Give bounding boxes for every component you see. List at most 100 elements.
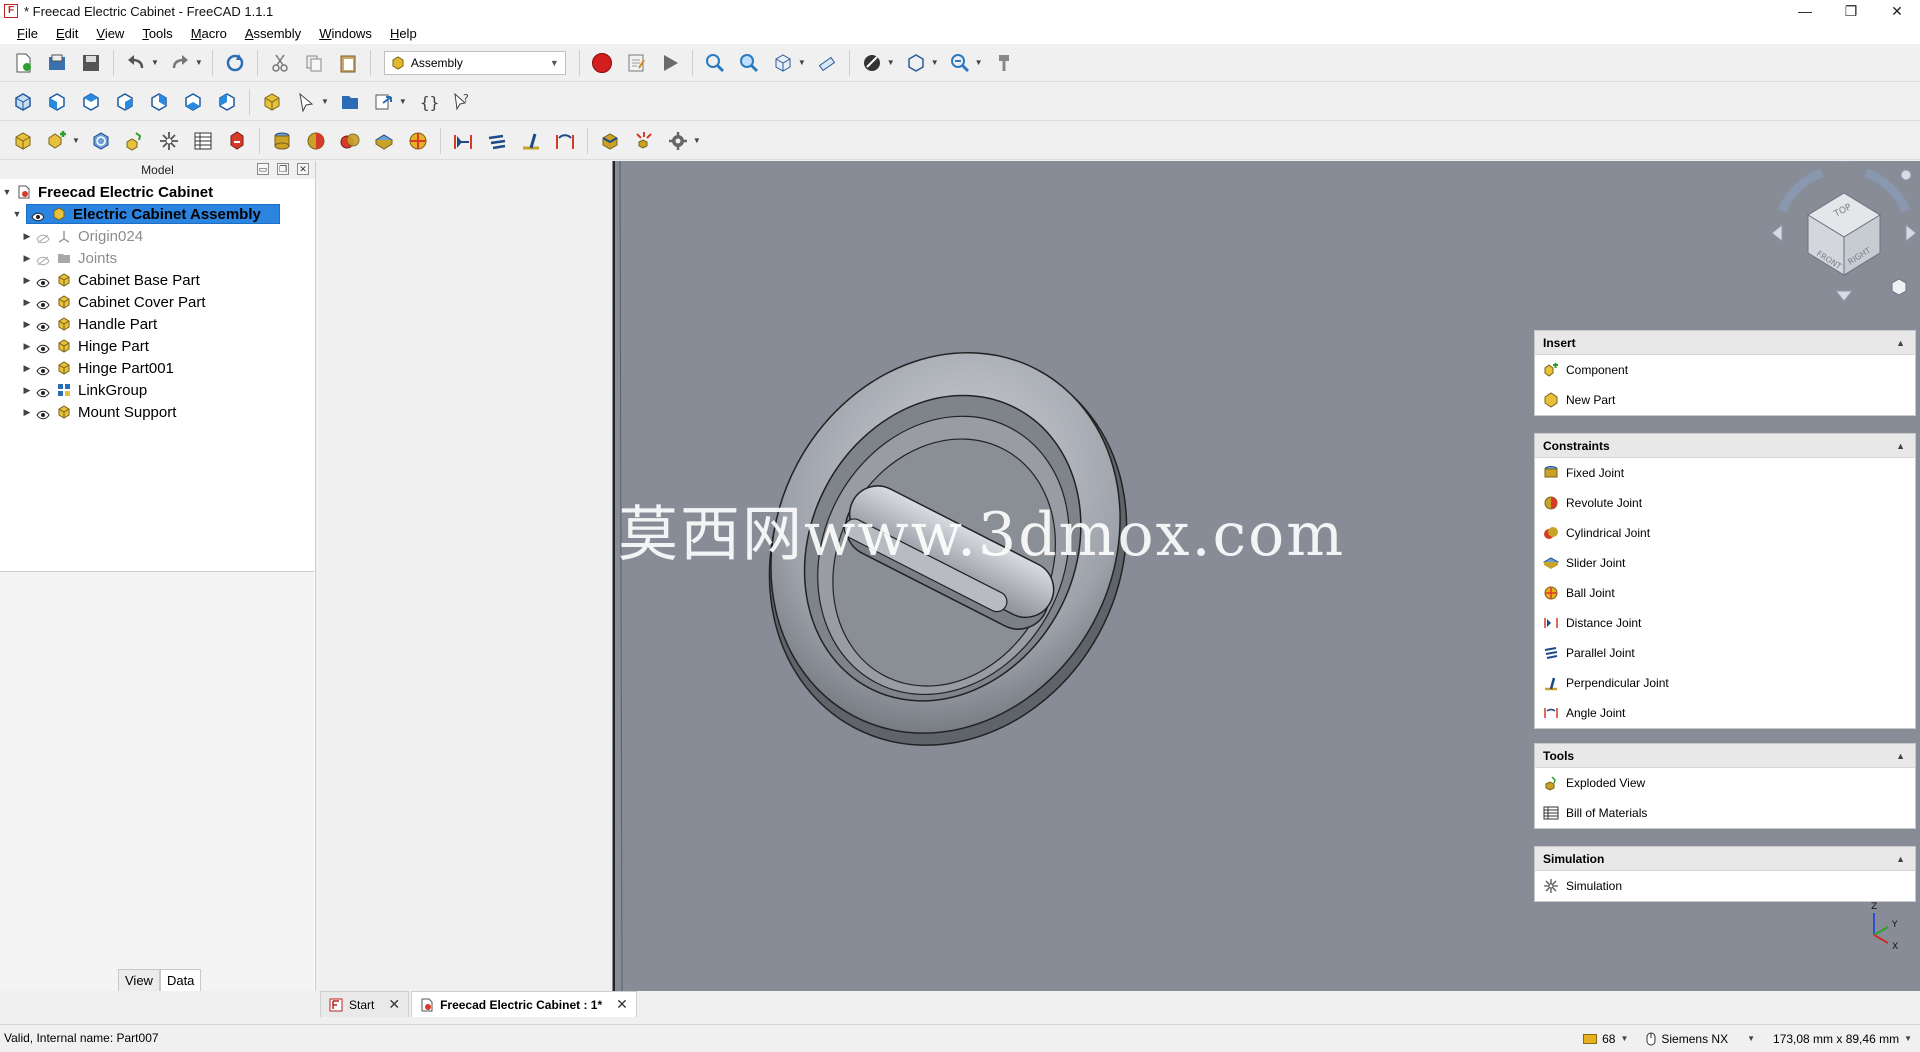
menu-file[interactable]: File	[8, 26, 47, 41]
toggle-grounded-icon[interactable]	[223, 127, 251, 155]
tab-data[interactable]: Data	[159, 969, 202, 991]
macro-edit-icon[interactable]	[622, 49, 650, 77]
task-revolute-joint[interactable]: Revolute Joint	[1535, 488, 1915, 518]
eye-hidden-icon[interactable]	[36, 231, 50, 244]
undo-dropdown-icon[interactable]: ▼	[151, 58, 159, 67]
tree-item-cabinet-cover-part[interactable]: ▶ Cabinet Cover Part	[0, 291, 315, 313]
insert-component-icon[interactable]	[43, 127, 71, 155]
tree-item-joints[interactable]: ▶ Joints	[0, 247, 315, 269]
maximize-button[interactable]: ❐	[1828, 0, 1874, 22]
close-tab-start-icon[interactable]: ✕	[388, 996, 400, 1013]
new-document-icon[interactable]	[9, 49, 37, 77]
menu-assembly[interactable]: Assembly	[236, 26, 310, 41]
tree-item-hinge-part001[interactable]: ▶ Hinge Part001	[0, 357, 315, 379]
view-left-icon[interactable]	[213, 88, 241, 116]
tree-item-linkgroup[interactable]: ▶ LinkGroup	[0, 379, 315, 401]
redo-dropdown-icon[interactable]: ▼	[195, 58, 203, 67]
ball-joint-tool-icon[interactable]	[404, 127, 432, 155]
tree-item-hinge-part[interactable]: ▶ Hinge Part	[0, 335, 315, 357]
tree-item-origin024[interactable]: ▶ Origin024	[0, 225, 315, 247]
chevron-right-icon[interactable]: ▶	[22, 319, 32, 330]
zoom-dropdown-icon[interactable]: ▼	[975, 58, 983, 67]
menu-windows[interactable]: Windows	[310, 26, 381, 41]
tab-document[interactable]: Freecad Electric Cabinet : 1* ✕	[411, 991, 637, 1017]
collapse-up-icon[interactable]: ▲	[1896, 744, 1905, 768]
view-top-icon[interactable]	[77, 88, 105, 116]
fixed-joint-tool-icon[interactable]	[268, 127, 296, 155]
view-right-icon[interactable]	[111, 88, 139, 116]
macro-braces-icon[interactable]: {}	[414, 88, 442, 116]
view-rear-icon[interactable]	[145, 88, 173, 116]
task-distance-joint[interactable]: Distance Joint	[1535, 608, 1915, 638]
minimize-button[interactable]: —	[1782, 0, 1828, 22]
chevron-right-icon[interactable]: ▶	[22, 363, 32, 374]
settings-gear-icon[interactable]	[664, 127, 692, 155]
undo-icon[interactable]	[122, 49, 150, 77]
panel-minimize-icon[interactable]: ▭	[257, 163, 269, 175]
macro-execute-icon[interactable]	[656, 49, 684, 77]
collapse-up-icon[interactable]: ▲	[1896, 331, 1905, 355]
eye-icon[interactable]	[36, 275, 50, 288]
bounding-box-icon[interactable]	[902, 49, 930, 77]
menu-tools[interactable]: Tools	[133, 26, 181, 41]
cylindrical-joint-tool-icon[interactable]	[336, 127, 364, 155]
collapse-up-icon[interactable]: ▲	[1896, 434, 1905, 458]
open-document-icon[interactable]	[43, 49, 71, 77]
save-icon[interactable]	[77, 49, 105, 77]
copy-icon[interactable]	[300, 49, 328, 77]
angle-joint-tool-icon[interactable]	[551, 127, 579, 155]
bill-of-materials-tool-icon[interactable]	[189, 127, 217, 155]
chevron-right-icon[interactable]: ▶	[22, 275, 32, 286]
chevron-down-icon[interactable]: ▼	[12, 209, 22, 219]
distance-joint-tool-icon[interactable]	[449, 127, 477, 155]
eye-icon[interactable]	[36, 363, 50, 376]
zoom-icon[interactable]	[946, 49, 974, 77]
paste-icon[interactable]	[334, 49, 362, 77]
whats-this-help-icon[interactable]: ?	[448, 88, 476, 116]
task-cylindrical-joint[interactable]: Cylindrical Joint	[1535, 518, 1915, 548]
close-window-button[interactable]: ✕	[1874, 0, 1920, 22]
menu-edit[interactable]: Edit	[47, 26, 87, 41]
menu-view[interactable]: View	[87, 26, 133, 41]
task-group-header[interactable]: Tools ▲	[1535, 744, 1915, 768]
menu-macro[interactable]: Macro	[182, 26, 236, 41]
parallel-joint-tool-icon[interactable]	[483, 127, 511, 155]
tree-item-cabinet-base-part[interactable]: ▶ Cabinet Base Part	[0, 269, 315, 291]
tree-item-handle-part[interactable]: ▶ Handle Part	[0, 313, 315, 335]
navigation-style-selector[interactable]: Siemens NX ▼	[1646, 1032, 1755, 1046]
chevron-right-icon[interactable]: ▶	[22, 253, 32, 264]
slider-joint-tool-icon[interactable]	[370, 127, 398, 155]
tab-start[interactable]: Start ✕	[320, 991, 410, 1017]
navcube-menu-icon[interactable]	[1900, 169, 1912, 181]
workbench-selector[interactable]: Assembly ▼	[383, 50, 566, 75]
make-link-icon[interactable]	[370, 88, 398, 116]
create-view-icon[interactable]	[596, 127, 624, 155]
task-slider-joint[interactable]: Slider Joint	[1535, 548, 1915, 578]
eye-icon[interactable]	[36, 297, 50, 310]
task-parallel-joint[interactable]: Parallel Joint	[1535, 638, 1915, 668]
perpendicular-joint-tool-icon[interactable]	[517, 127, 545, 155]
view-front-icon[interactable]	[43, 88, 71, 116]
redo-icon[interactable]	[166, 49, 194, 77]
navigation-cube[interactable]: TOP FRONT RIGHT	[1771, 161, 1917, 302]
fit-all-icon[interactable]	[701, 49, 729, 77]
tree-item-mount-support[interactable]: ▶ Mount Support	[0, 401, 315, 423]
macro-record-icon[interactable]	[588, 49, 616, 77]
eye-icon[interactable]	[36, 385, 50, 398]
whats-this-icon[interactable]	[990, 49, 1018, 77]
measure-icon[interactable]	[813, 49, 841, 77]
bounding-box-dropdown-icon[interactable]: ▼	[931, 58, 939, 67]
dimension-readout[interactable]: 173,08 mm x 89,46 mm ▼	[1773, 1032, 1912, 1046]
revolute-joint-tool-icon[interactable]	[302, 127, 330, 155]
fit-selection-icon[interactable]	[735, 49, 763, 77]
task-group-header[interactable]: Constraints ▲	[1535, 434, 1915, 458]
panel-close-icon[interactable]: ✕	[297, 163, 309, 175]
chevron-right-icon[interactable]: ▶	[22, 341, 32, 352]
create-group-icon[interactable]	[336, 88, 364, 116]
create-part-icon[interactable]	[258, 88, 286, 116]
task-new-part[interactable]: New Part	[1535, 385, 1915, 415]
standard-views-icon[interactable]	[769, 49, 797, 77]
task-perpendicular-joint[interactable]: Perpendicular Joint	[1535, 668, 1915, 698]
chevron-right-icon[interactable]: ▶	[22, 407, 32, 418]
task-fixed-joint[interactable]: Fixed Joint	[1535, 458, 1915, 488]
